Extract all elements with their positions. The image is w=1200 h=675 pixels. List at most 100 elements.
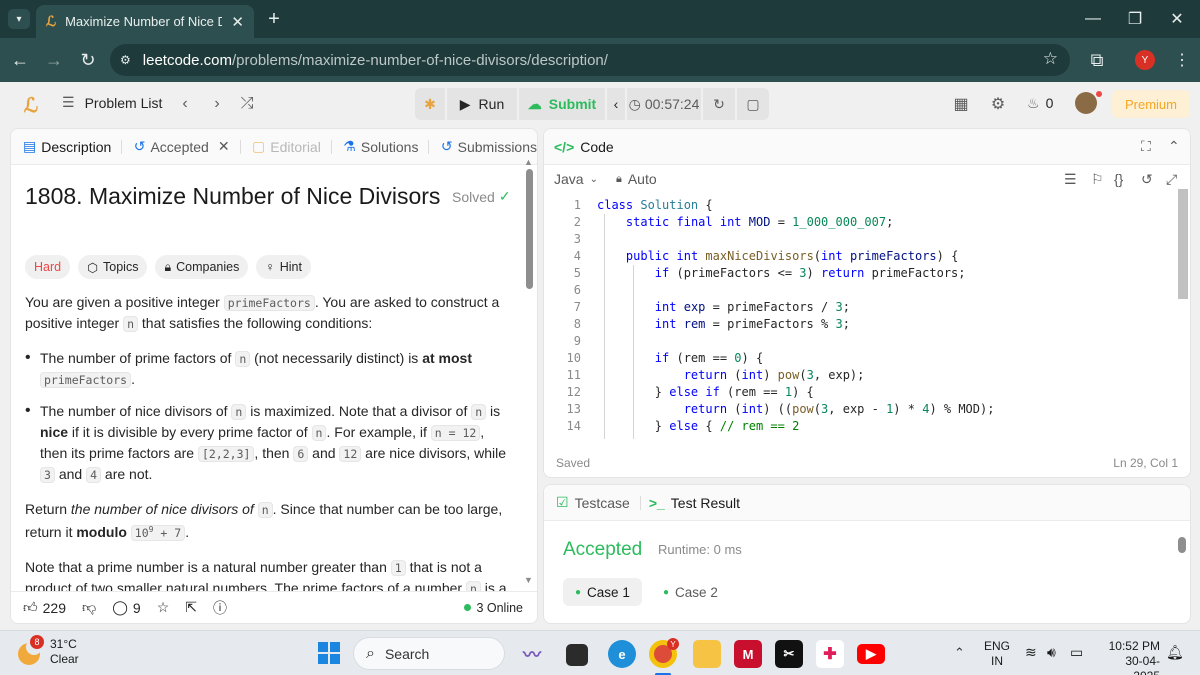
close-window-button[interactable]: ✕: [1154, 0, 1200, 38]
timer-reset-button[interactable]: ↻: [703, 88, 735, 120]
premium-button[interactable]: Premium: [1112, 90, 1190, 118]
problem-description: You are given a positive integer primeFa…: [25, 292, 515, 623]
notification-bell-icon[interactable]: 🔔︎: [1166, 644, 1184, 661]
companies-button[interactable]: 🔒︎ Companies: [155, 255, 249, 279]
taskbar-search[interactable]: ⌕ Search: [353, 637, 505, 670]
result-scrollbar[interactable]: [1178, 537, 1186, 553]
language-select[interactable]: Java ⌄: [554, 171, 598, 187]
file-explorer-icon[interactable]: [693, 640, 721, 668]
topics-button[interactable]: ⬡ Topics: [78, 255, 148, 279]
editor-scrollbar[interactable]: [1178, 189, 1188, 299]
tab-editorial[interactable]: ▢ Editorial: [240, 138, 321, 155]
format-icon[interactable]: ☰: [1064, 171, 1077, 188]
submit-button[interactable]: ☁ Submit: [519, 88, 605, 120]
weather-widget[interactable]: 8 31°C Clear: [16, 635, 79, 667]
share-button[interactable]: ⇱: [185, 599, 197, 616]
help-button[interactable]: ⓘ: [213, 598, 227, 618]
bookmark-star-icon[interactable]: ☆: [1043, 49, 1058, 69]
tab-submissions[interactable]: ↺ Submissions: [429, 138, 537, 155]
wifi-icon[interactable]: ≋: [1025, 644, 1037, 661]
tab-accepted[interactable]: ↺ Accepted ✕: [122, 138, 230, 155]
restore-button[interactable]: ❐: [1112, 0, 1158, 38]
leetcode-favicon-icon: ℒ: [46, 13, 57, 29]
braces-icon[interactable]: {}: [1114, 171, 1123, 187]
show-hidden-icons[interactable]: ⌃: [954, 645, 965, 661]
hint-button[interactable]: ♀ Hint: [256, 255, 311, 279]
dislike-button[interactable]: 👎︎: [82, 599, 96, 616]
youtube-icon[interactable]: ▶: [857, 644, 885, 664]
reset-code-icon[interactable]: ↺: [1141, 171, 1153, 188]
tab-search-button[interactable]: ▾: [8, 9, 30, 29]
mcafee-icon[interactable]: M: [734, 640, 762, 668]
problem-list-label: Problem List: [84, 94, 163, 111]
indent-guide: [604, 214, 605, 439]
like-button[interactable]: 👍︎ 229: [23, 599, 66, 616]
site-info-icon[interactable]: ⚙: [120, 53, 131, 67]
new-tab-button[interactable]: +: [262, 7, 286, 31]
shuffle-icon[interactable]: ⤮: [237, 94, 257, 114]
tab-accepted-label: Accepted: [150, 138, 209, 155]
thumbs-up-icon: 👍︎: [23, 599, 38, 615]
chrome-menu-icon[interactable]: ⋮: [1165, 38, 1199, 82]
user-avatar[interactable]: [1075, 92, 1097, 114]
profile-avatar[interactable]: Y: [1135, 50, 1155, 70]
tab-close-icon[interactable]: ✕: [231, 13, 244, 31]
capcut-icon[interactable]: ✂: [775, 640, 803, 668]
leetcode-logo-icon[interactable]: ℒ: [20, 94, 42, 117]
reload-icon[interactable]: ↻: [71, 38, 105, 82]
clock[interactable]: 10:52 PM 30-04-2025: [1100, 639, 1160, 675]
forward-arrow-icon[interactable]: →: [37, 38, 71, 82]
description-scrollbar[interactable]: [526, 169, 533, 289]
list-icon: ☰: [62, 94, 75, 110]
streak-counter[interactable]: ♨ 0: [1027, 95, 1053, 112]
debug-button[interactable]: ✱: [415, 88, 445, 120]
prev-problem-icon[interactable]: ‹: [176, 94, 194, 114]
layout-icon[interactable]: ▦: [951, 94, 971, 114]
next-problem-icon[interactable]: ›: [208, 94, 226, 114]
editor-status-bar: Saved Ln 29, Col 1: [544, 449, 1190, 477]
case-2-button[interactable]: ● Case 2: [651, 578, 730, 606]
favorite-button[interactable]: ☆: [157, 599, 170, 616]
settings-gear-icon[interactable]: ⚙: [988, 94, 1008, 114]
scroll-up-arrow-icon[interactable]: ▲: [524, 157, 533, 167]
tab-description-label: Description: [41, 138, 112, 155]
fullscreen-icon[interactable]: ⛶: [1141, 138, 1151, 155]
problem-list-button[interactable]: ☰ Problem List: [62, 94, 162, 111]
topics-label: Topics: [103, 260, 139, 274]
saved-status: Saved: [556, 456, 591, 470]
terminal-icon: >_: [648, 494, 665, 511]
language-indicator[interactable]: ENG IN: [984, 639, 1010, 669]
code-editor[interactable]: 1 class Solution { 2 static final int MOD…: [544, 197, 1190, 439]
edge-browser-icon[interactable]: e: [608, 640, 636, 668]
tab-testcase[interactable]: ☑ Testcase: [556, 494, 630, 511]
windows-start-icon[interactable]: [318, 642, 340, 664]
star-icon: ☆: [156, 599, 170, 615]
task-view-icon[interactable]: [566, 644, 588, 666]
expand-icon[interactable]: ⤢: [1166, 171, 1177, 188]
tab-solutions[interactable]: ⚗ Solutions: [331, 138, 418, 155]
bookmark-icon[interactable]: ⚐: [1091, 171, 1104, 188]
url-host: leetcode.com: [142, 51, 232, 69]
browser-tab-active[interactable]: ℒ Maximize Number of Nice Divis ✕: [36, 5, 254, 38]
extensions-icon[interactable]: ⧉: [1080, 38, 1114, 82]
back-arrow-icon[interactable]: ←: [3, 38, 37, 82]
volume-icon[interactable]: 🔊︎: [1047, 644, 1056, 661]
tab-test-result[interactable]: >_ Test Result: [649, 495, 740, 511]
battery-icon[interactable]: ▭: [1070, 644, 1083, 661]
scroll-down-arrow-icon[interactable]: ▼: [524, 575, 533, 585]
slack-icon[interactable]: ✚: [816, 640, 844, 668]
notes-button[interactable]: ▢: [737, 88, 769, 120]
autocomplete-mode[interactable]: 🔒︎ Auto: [616, 171, 657, 187]
description-paragraph: You are given a positive integer primeFa…: [25, 294, 500, 332]
comments-button[interactable]: ◯ 9: [112, 599, 140, 616]
timer-collapse-button[interactable]: ‹: [607, 88, 625, 120]
run-button[interactable]: ▶ Run: [447, 88, 517, 120]
search-highlight-icon[interactable]: 〰: [512, 640, 552, 668]
close-tab-icon[interactable]: ✕: [218, 138, 230, 155]
collapse-up-icon[interactable]: ⌃: [1168, 138, 1180, 155]
tab-description[interactable]: ▤ Description: [11, 138, 111, 155]
case-1-button[interactable]: ● Case 1: [563, 578, 642, 606]
minimize-button[interactable]: —: [1070, 0, 1116, 38]
address-bar[interactable]: ⚙ leetcode.com/problems/maximize-number-…: [110, 44, 1070, 76]
timer[interactable]: ◷ 00:57:24: [627, 88, 701, 120]
